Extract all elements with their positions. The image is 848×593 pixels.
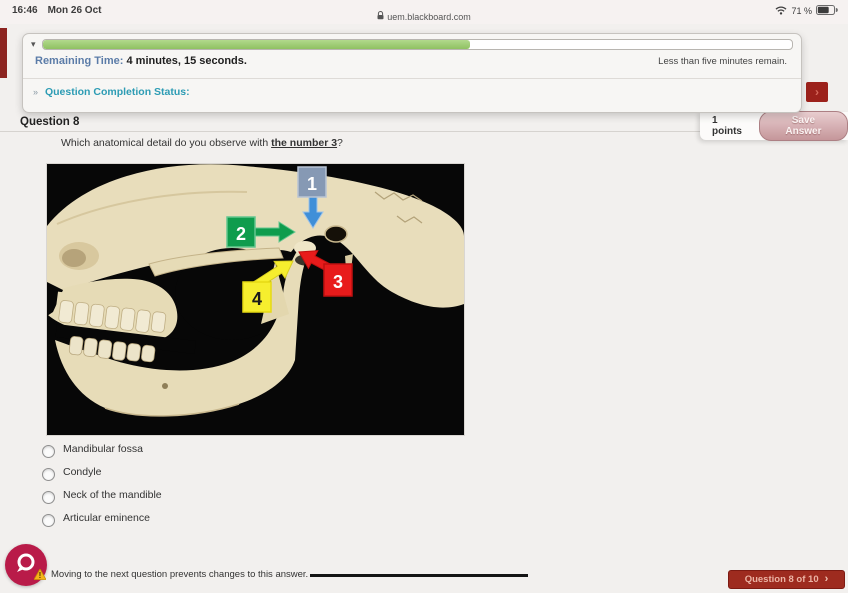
next-question-arrow-button[interactable]: › (806, 82, 828, 102)
collapse-caret-icon[interactable]: ▾ (31, 39, 36, 50)
svg-text:!: ! (39, 571, 42, 580)
status-bar: 16:46 Mon 26 Oct uem.blackboard.com 71 % (0, 0, 848, 24)
option-row-condyle[interactable]: Condyle (42, 463, 162, 486)
radio-button[interactable] (42, 445, 55, 458)
question-number-heading: Question 8 (20, 116, 80, 128)
option-row-neck-of-mandible[interactable]: Neck of the mandible (42, 486, 162, 509)
remaining-time-label: Remaining Time: (35, 55, 124, 67)
battery-icon (816, 5, 838, 17)
time-progress-bar (41, 39, 793, 50)
timer-progress-fill (42, 40, 470, 49)
question-text-emphasis: the number 3 (271, 137, 338, 149)
radio-button[interactable] (42, 491, 55, 504)
points-label: 1 points (712, 115, 742, 137)
option-row-mandibular-fossa[interactable]: Mandibular fossa (42, 440, 162, 463)
svg-text:4: 4 (252, 289, 262, 309)
page-accent-bar (0, 28, 7, 78)
svg-text:1: 1 (307, 174, 317, 194)
warning-triangle-icon: ! (34, 569, 46, 580)
footer-warning: ! Moving to the next question prevents c… (34, 569, 529, 580)
time-warning-text: Less than five minutes remain. (658, 56, 787, 67)
quiz-page: 16:46 Mon 26 Oct uem.blackboard.com 71 %… (0, 0, 848, 593)
svg-text:3: 3 (333, 272, 343, 292)
question-pagination-button[interactable]: Question 8 of 10 › (728, 570, 845, 589)
option-row-articular-eminence[interactable]: Articular eminence (42, 509, 162, 532)
option-label: Mandibular fossa (63, 442, 143, 455)
label-4: 4 (242, 281, 272, 313)
radio-button[interactable] (42, 468, 55, 481)
label-1: 1 (297, 166, 327, 198)
remaining-time-value: 4 minutes, 15 seconds. (126, 55, 247, 67)
warning-text: Moving to the next question prevents cha… (51, 569, 309, 580)
expand-marker-icon: » (33, 87, 39, 97)
radio-button[interactable] (42, 514, 55, 527)
label-2: 2 (226, 216, 256, 248)
points-panel: 1 points Save Answer (700, 111, 848, 141)
address-url[interactable]: uem.blackboard.com (387, 12, 471, 22)
question-completion-status-link[interactable]: Question Completion Status: (45, 86, 190, 98)
pagination-label: Question 8 of 10 (744, 574, 819, 585)
label-3: 3 (323, 263, 353, 297)
chevron-right-icon: › (824, 573, 829, 585)
lock-icon (377, 11, 384, 22)
question-text-after: ? (337, 137, 343, 149)
horizontal-rule (310, 574, 529, 577)
question-text: Which anatomical detail do you observe w… (61, 137, 343, 149)
skull-illustration: 1 2 3 4 (47, 164, 464, 435)
timer-overlay-panel: ▾ Remaining Time: 4 minutes, 15 seconds.… (22, 33, 802, 113)
chevron-right-icon: › (815, 85, 819, 99)
svg-text:2: 2 (236, 224, 246, 244)
question-text-before: Which anatomical detail do you observe w… (61, 137, 272, 149)
option-label: Condyle (63, 465, 102, 478)
option-label: Articular eminence (63, 511, 150, 524)
save-answer-button[interactable]: Save Answer (758, 111, 848, 141)
question-image: 1 2 3 4 (46, 163, 465, 436)
battery-percent: 71 % (791, 6, 812, 16)
wifi-icon (775, 5, 787, 17)
option-label: Neck of the mandible (63, 488, 162, 501)
answer-options: Mandibular fossa Condyle Neck of the man… (42, 440, 162, 532)
